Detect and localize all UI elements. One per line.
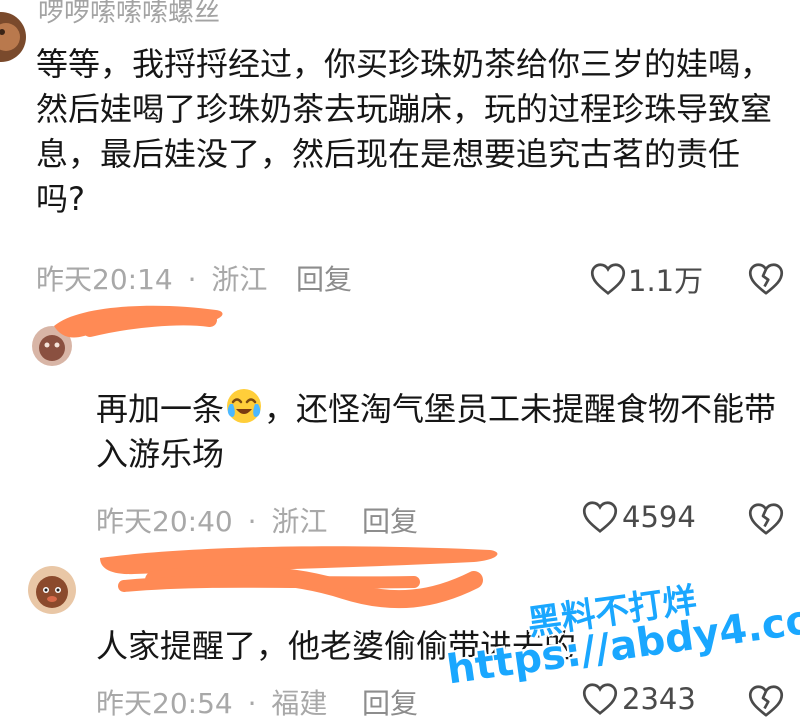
reply-button[interactable]: 回复 bbox=[362, 682, 418, 722]
reply-button[interactable]: 回复 bbox=[296, 258, 352, 298]
like-button[interactable]: 4594 bbox=[582, 500, 696, 534]
comment-meta: 昨天20:14 · 浙江 bbox=[36, 258, 267, 298]
redaction-scribble bbox=[94, 540, 514, 620]
broken-heart-icon[interactable] bbox=[748, 684, 784, 718]
avatar[interactable] bbox=[0, 12, 26, 62]
like-count: 2343 bbox=[622, 682, 696, 716]
like-button[interactable]: 2343 bbox=[582, 682, 696, 716]
separator: · bbox=[187, 263, 197, 296]
like-button[interactable]: 1.1万 bbox=[590, 258, 703, 300]
comment-text-part: 再加一条 bbox=[96, 390, 225, 428]
broken-heart-icon[interactable] bbox=[748, 262, 784, 296]
heart-outline-icon bbox=[582, 682, 618, 716]
username[interactable]: 啰啰嗦嗦嗦螺丝 bbox=[38, 0, 220, 29]
heart-outline-icon bbox=[582, 500, 618, 534]
like-count: 4594 bbox=[622, 500, 696, 534]
crying-laughing-emoji bbox=[224, 386, 264, 426]
broken-heart-icon[interactable] bbox=[748, 502, 784, 536]
comment-meta: 昨天20:40 · 浙江 bbox=[96, 500, 327, 540]
comment-location: 福建 bbox=[271, 687, 328, 720]
redaction-scribble bbox=[40, 296, 240, 360]
comment-location: 浙江 bbox=[271, 505, 328, 538]
comment-time: 昨天20:54 bbox=[96, 687, 233, 720]
comment-text: 再加一条 ，还怪淘气堡员工未提醒食物不能带入游乐场 bbox=[96, 386, 786, 477]
separator: · bbox=[247, 505, 257, 538]
separator: · bbox=[247, 687, 257, 720]
comment-location: 浙江 bbox=[211, 263, 268, 296]
reply-button[interactable]: 回复 bbox=[362, 500, 418, 540]
heart-outline-icon bbox=[590, 262, 626, 296]
like-count: 1.1万 bbox=[628, 264, 704, 298]
avatar[interactable] bbox=[28, 566, 76, 614]
comment-text: 等等，我捋捋经过，你买珍珠奶茶给你三岁的娃喝，然后娃喝了珍珠奶茶去玩蹦床，玩的过… bbox=[36, 45, 773, 218]
comment-meta: 昨天20:54 · 福建 bbox=[96, 682, 327, 722]
comment-time: 昨天20:14 bbox=[36, 263, 173, 296]
comment-time: 昨天20:40 bbox=[96, 505, 233, 538]
